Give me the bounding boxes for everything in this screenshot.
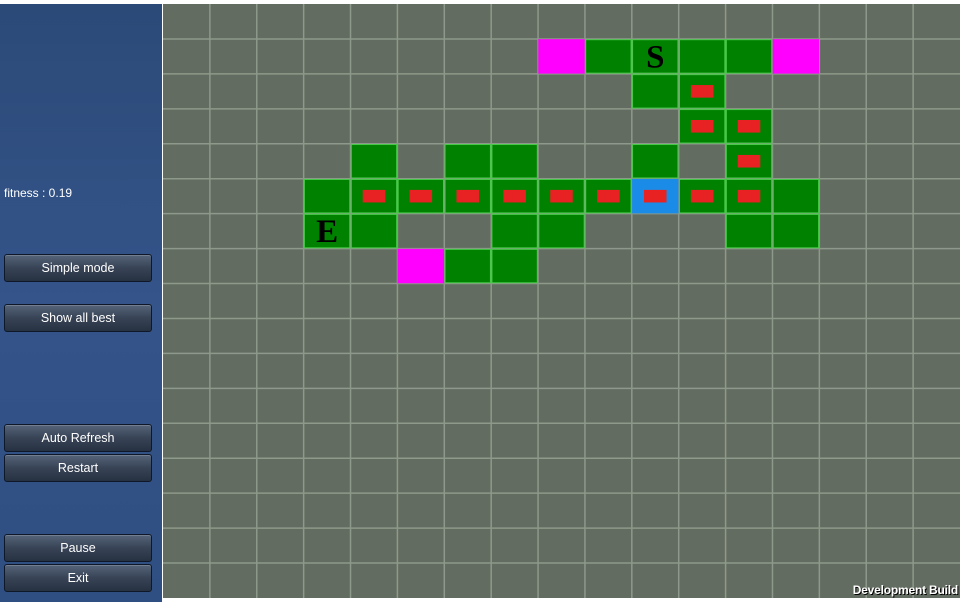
room-cell: [538, 39, 585, 74]
path-cell: [491, 248, 538, 284]
path-cell: [491, 213, 538, 249]
step-marker: [456, 189, 479, 203]
path-cell: [585, 39, 632, 74]
auto-refresh-button[interactable]: Auto Refresh: [4, 424, 152, 452]
path-cell: [350, 144, 398, 179]
path-cell: [725, 213, 773, 249]
path-cell: [444, 144, 491, 179]
path-cell: [350, 213, 398, 249]
path-cell: [772, 178, 820, 214]
simple-mode-button[interactable]: Simple mode: [4, 254, 152, 282]
grid-canvas: SE: [163, 4, 960, 598]
start-label: S: [646, 39, 664, 75]
grid-background: [163, 4, 960, 598]
path-cell: [538, 213, 585, 249]
restart-button[interactable]: Restart: [4, 454, 152, 482]
path-cell: [725, 39, 773, 74]
path-cell: [678, 39, 726, 74]
sidebar-panel: fitness : 0.19 Simple mode Show all best…: [0, 4, 162, 602]
path-cell: [444, 248, 491, 284]
fitness-label: fitness : 0.19: [4, 186, 73, 200]
step-marker: [362, 189, 386, 203]
path-cell: [303, 178, 351, 214]
pause-button[interactable]: Pause: [4, 534, 152, 562]
step-marker: [737, 189, 761, 203]
step-marker: [690, 189, 714, 203]
room-cell: [772, 39, 820, 74]
development-build-label: Development Build: [852, 583, 958, 597]
step-marker: [690, 85, 714, 98]
step-marker: [409, 189, 433, 203]
step-marker: [737, 120, 761, 133]
path-cell: [772, 213, 820, 249]
path-cell: [632, 144, 679, 179]
step-marker: [597, 189, 620, 203]
end-label: E: [316, 214, 338, 250]
step-marker: [503, 189, 526, 203]
exit-button[interactable]: Exit: [4, 564, 152, 592]
step-marker: [737, 154, 761, 168]
show-all-best-button[interactable]: Show all best: [4, 304, 152, 332]
step-marker: [644, 189, 667, 203]
room-cell: [397, 248, 445, 284]
path-cell: [632, 74, 679, 109]
dungeon-grid: SE: [163, 4, 960, 598]
step-marker: [690, 120, 714, 133]
step-marker: [550, 189, 573, 203]
path-cell: [491, 144, 538, 179]
